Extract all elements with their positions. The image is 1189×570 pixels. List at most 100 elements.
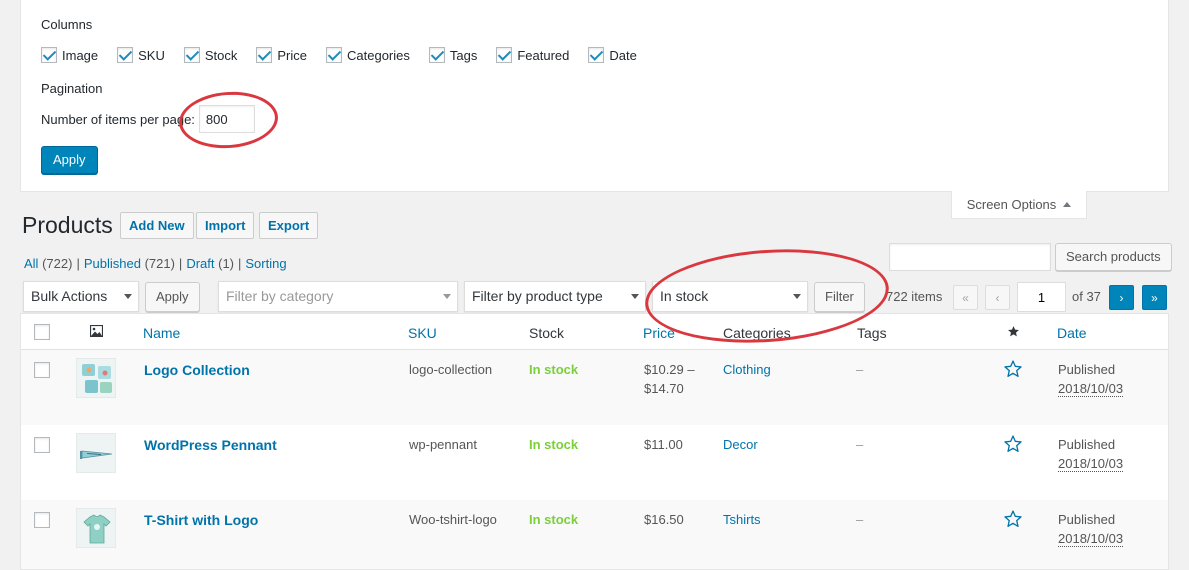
checkbox[interactable] (326, 47, 343, 63)
product-sku: wp-pennant (409, 437, 477, 452)
bulk-actions-select[interactable]: Bulk Actions (23, 281, 139, 312)
filter-button[interactable]: Filter (814, 282, 865, 312)
products-table: Name SKU Stock Price Categories Tags Dat… (20, 313, 1169, 570)
table-row: WordPress Pennant wp-pennant In stock $1… (21, 425, 1168, 500)
select-value: Filter by product type (472, 288, 603, 304)
view-label: Sorting (245, 256, 287, 271)
column-toggle-image[interactable]: Image (41, 47, 98, 63)
star-icon[interactable] (1007, 325, 1020, 338)
checkbox[interactable] (496, 47, 513, 63)
column-header-date[interactable]: Date (1057, 325, 1087, 341)
category-link[interactable]: Clothing (723, 362, 771, 377)
checkbox[interactable] (117, 47, 134, 63)
checkbox[interactable] (183, 47, 200, 63)
search-products-button[interactable]: Search products (1055, 243, 1172, 271)
publish-status: Published (1058, 512, 1116, 527)
checkbox-label: Categories (347, 47, 410, 63)
screen-options-apply-button[interactable]: Apply (41, 146, 98, 174)
columns-checkbox-row: Image SKU Stock Price Categories Tags Fe… (41, 47, 656, 63)
separator: | (238, 256, 242, 271)
product-name-link[interactable]: WordPress Pennant (144, 437, 277, 453)
stock-status-select[interactable]: In stock (652, 281, 808, 312)
publish-status: Published (1058, 437, 1116, 452)
category-filter-select[interactable]: Filter by category (218, 281, 458, 312)
bulk-apply-button[interactable]: Apply (145, 282, 200, 312)
category-link[interactable]: Tshirts (723, 512, 761, 527)
checkbox[interactable] (41, 47, 57, 63)
select-placeholder: Filter by category (226, 288, 334, 304)
view-count: (721) (144, 256, 175, 271)
column-toggle-featured[interactable]: Featured (496, 47, 569, 63)
checkbox[interactable] (256, 47, 273, 63)
column-toggle-categories[interactable]: Categories (326, 47, 410, 63)
checkbox-label: SKU (138, 47, 165, 63)
product-price: $14.70 (644, 381, 684, 396)
product-thumbnail[interactable] (76, 358, 116, 398)
select-value: Bulk Actions (31, 288, 108, 304)
select-all-checkbox[interactable] (34, 324, 50, 340)
category-link[interactable]: Decor (723, 437, 758, 452)
column-header-tags: Tags (857, 325, 887, 341)
checkbox-label: Price (277, 47, 308, 63)
pagination-heading: Pagination (41, 81, 103, 96)
checkbox[interactable] (588, 47, 605, 63)
checkbox-label: Stock (204, 47, 238, 63)
last-page-button[interactable]: » (1142, 285, 1167, 310)
per-page-input[interactable] (198, 105, 255, 133)
column-toggle-tags[interactable]: Tags (428, 47, 477, 63)
product-name-link[interactable]: T-Shirt with Logo (144, 512, 258, 528)
product-thumbnail[interactable] (76, 508, 116, 548)
columns-heading: Columns (41, 17, 93, 32)
page-title: Products (22, 212, 113, 238)
column-header-price[interactable]: Price (643, 325, 675, 341)
checkbox-label: Featured (517, 47, 570, 63)
star-outline-icon[interactable] (1003, 434, 1023, 454)
column-toggle-date[interactable]: Date (588, 47, 637, 63)
view-draft-link[interactable]: Draft (1) (186, 256, 234, 271)
column-header-stock: Stock (529, 325, 565, 341)
column-header-name[interactable]: Name (143, 325, 180, 341)
table-header: Name SKU Stock Price Categories Tags Dat… (21, 314, 1168, 350)
column-toggle-price[interactable]: Price (256, 47, 307, 63)
star-outline-icon[interactable] (1003, 359, 1023, 379)
chevron-down-icon (793, 294, 801, 299)
column-toggle-stock[interactable]: Stock (183, 47, 238, 63)
row-checkbox[interactable] (34, 437, 50, 453)
caret-up-icon (1063, 202, 1072, 207)
column-header-sku[interactable]: SKU (408, 325, 437, 341)
per-page-label: Number of items per page: (41, 111, 195, 127)
column-header-categories: Categories (723, 325, 791, 341)
first-page-button[interactable]: « (953, 285, 978, 310)
column-toggle-sku[interactable]: SKU (117, 47, 165, 63)
product-name-link[interactable]: Logo Collection (144, 362, 250, 378)
checkbox-label: Date (609, 47, 637, 63)
export-button[interactable]: Export (259, 212, 319, 239)
star-outline-icon[interactable] (1003, 509, 1023, 529)
stock-status: In stock (529, 362, 579, 377)
product-thumbnail[interactable] (76, 433, 116, 473)
total-pages: of 37 (1072, 289, 1101, 304)
view-published-link[interactable]: Published (721) (84, 256, 175, 271)
image-icon (90, 325, 103, 337)
next-page-button[interactable]: › (1109, 285, 1134, 310)
search-input[interactable] (889, 243, 1051, 271)
screen-options-tab-label: Screen Options (966, 197, 1057, 212)
view-sorting-link[interactable]: Sorting (245, 256, 286, 271)
prev-page-button[interactable]: ‹ (985, 285, 1010, 310)
add-new-button[interactable]: Add New (120, 212, 194, 239)
per-page-row: Number of items per page: (41, 105, 255, 133)
import-button[interactable]: Import (196, 212, 255, 239)
screen-options-toggle[interactable]: Screen Options (951, 191, 1087, 219)
view-label: Published (83, 256, 141, 271)
product-sku: logo-collection (409, 362, 493, 377)
row-checkbox[interactable] (34, 362, 50, 378)
checkbox[interactable] (428, 47, 445, 63)
row-checkbox[interactable] (34, 512, 50, 528)
product-type-select[interactable]: Filter by product type (464, 281, 646, 312)
view-all-link[interactable]: All (722) (24, 256, 72, 271)
chevron-down-icon (443, 294, 451, 299)
current-page-input[interactable] (1017, 282, 1066, 312)
items-count: 722 items (886, 289, 943, 304)
publish-date: 2018/10/03 (1058, 456, 1124, 472)
publish-date: 2018/10/03 (1058, 531, 1124, 547)
